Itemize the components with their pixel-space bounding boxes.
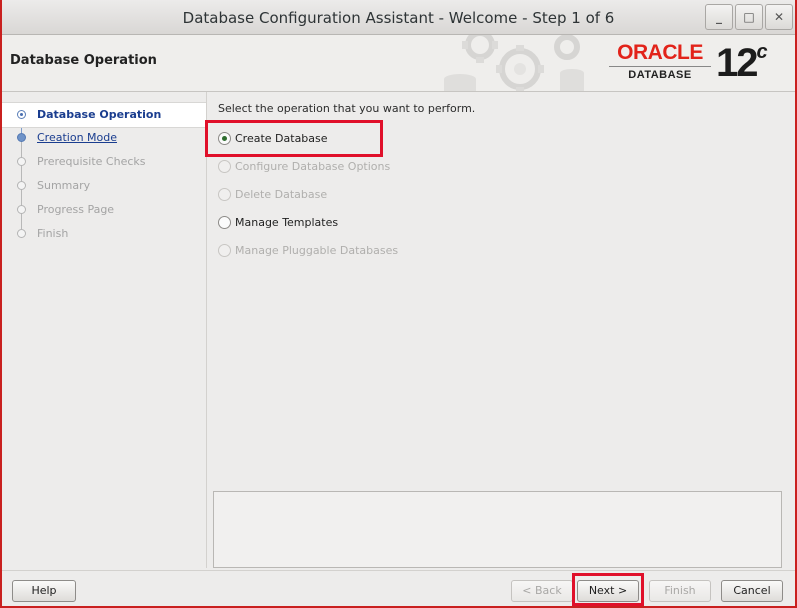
radio-icon [218, 188, 231, 201]
version-number: 12 [716, 41, 758, 85]
logo-divider [609, 66, 711, 67]
window-controls: _ □ ✕ [703, 4, 793, 30]
nav-step-label: Progress Page [37, 203, 115, 216]
nav-step-label: Database Operation [37, 108, 162, 121]
option-label: Configure Database Options [235, 160, 391, 173]
header-banner: Database Operation ORACLE DATABASE 12c [2, 35, 795, 92]
radio-icon[interactable] [218, 216, 231, 229]
message-panel [213, 491, 782, 568]
radio-icon [218, 244, 231, 257]
maximize-icon: □ [743, 10, 755, 24]
nav-step-creation-mode[interactable]: Creation Mode [2, 126, 206, 150]
close-icon: ✕ [773, 10, 785, 24]
nav-step-summary: Summary [2, 174, 206, 198]
option-label: Manage Templates [235, 216, 339, 229]
maximize-button[interactable]: □ [735, 4, 763, 30]
next-button[interactable]: Next > [577, 580, 639, 602]
version-badge: 12c [716, 37, 768, 89]
page-title: Database Operation [10, 53, 157, 68]
step-dot-icon [17, 133, 26, 142]
radio-icon [218, 160, 231, 173]
nav-step-label: Creation Mode [37, 131, 118, 144]
minimize-button[interactable]: _ [705, 4, 733, 30]
option-create-database[interactable]: Create Database [218, 130, 358, 148]
oracle-logo: ORACLE DATABASE [605, 41, 715, 85]
close-button[interactable]: ✕ [765, 4, 793, 30]
minimize-icon: _ [716, 10, 722, 24]
title-bar[interactable]: Database Configuration Assistant - Welco… [2, 0, 795, 35]
nav-step-database-operation[interactable]: Database Operation [2, 102, 206, 128]
divider [206, 92, 207, 568]
option-label: Manage Pluggable Databases [235, 244, 399, 257]
window-title: Database Configuration Assistant - Welco… [182, 9, 615, 27]
nav-step-progress-page: Progress Page [2, 198, 206, 222]
option-configure-database-options: Configure Database Options [218, 158, 408, 176]
gears-icon [444, 35, 584, 91]
finish-button: Finish [649, 580, 711, 602]
step-dot-icon [17, 157, 26, 166]
oracle-wordmark: ORACLE [617, 41, 703, 64]
back-button: < Back [511, 580, 573, 602]
oracle-product: DATABASE [628, 69, 692, 81]
option-delete-database: Delete Database [218, 186, 358, 204]
nav-step-finish: Finish [2, 222, 206, 246]
option-label: Delete Database [235, 188, 328, 201]
step-navigation: Database Operation Creation Mode Prerequ… [2, 92, 206, 568]
cancel-button[interactable]: Cancel [721, 580, 783, 602]
nav-step-label: Summary [37, 179, 91, 192]
help-button[interactable]: Help [12, 580, 76, 602]
nav-step-label: Finish [37, 227, 69, 240]
option-manage-pluggable-databases: Manage Pluggable Databases [218, 242, 408, 260]
operation-prompt: Select the operation that you want to pe… [218, 102, 476, 115]
nav-step-label: Prerequisite Checks [37, 155, 146, 168]
step-dot-icon [17, 229, 26, 238]
radio-checked-icon[interactable] [218, 132, 231, 145]
step-dot-icon [17, 205, 26, 214]
option-label: Create Database [235, 132, 328, 145]
version-suffix: c [756, 41, 768, 63]
button-bar-divider [2, 570, 795, 571]
step-dot-icon [17, 181, 26, 190]
option-manage-templates[interactable]: Manage Templates [218, 214, 358, 232]
dbca-window: Database Configuration Assistant - Welco… [2, 0, 795, 606]
nav-step-prerequisite-checks: Prerequisite Checks [2, 150, 206, 174]
current-step-icon [17, 110, 26, 119]
